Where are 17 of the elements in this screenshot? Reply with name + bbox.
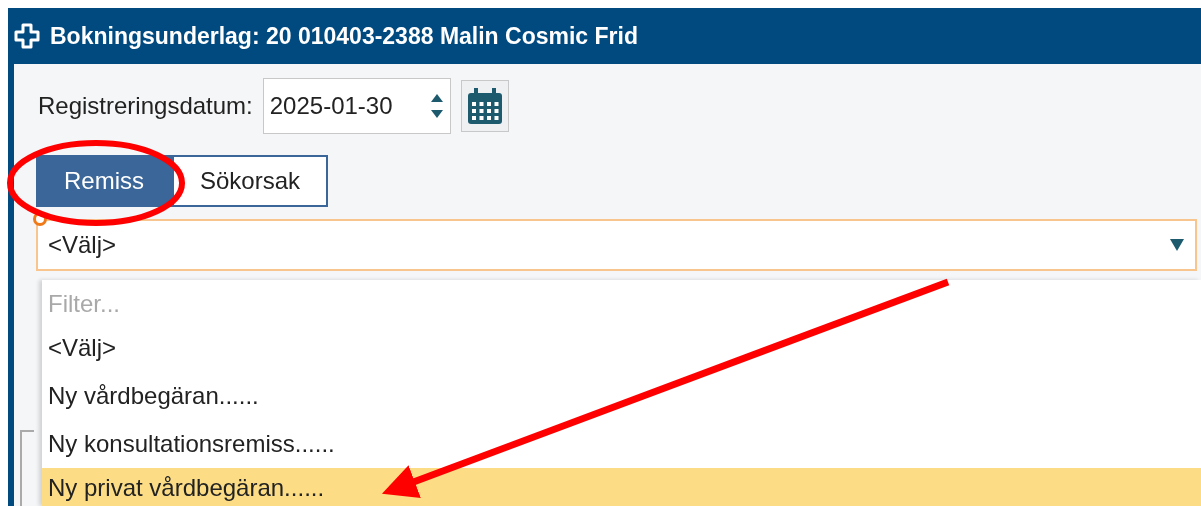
tab[interactable]: Remiss [36,155,172,207]
dropdown-option[interactable]: Ny privat vårdbegäran...... [42,468,1201,506]
cross-icon [14,23,40,49]
dropdown-option[interactable]: <Välj> [42,324,1201,372]
dropdown[interactable]: <Välj> [36,219,1197,271]
dropdown-option[interactable]: Ny vårdbegäran...... [42,372,1201,420]
window-title: Bokningsunderlag: 20 010403-2388 Malin Cosmic Frid [50,21,638,51]
field-label: Registreringsdatum: [38,91,253,121]
spinner-icon[interactable] [429,92,444,120]
date-field[interactable]: 2025-01-30 [262,78,451,134]
tab[interactable]: Sökorsak [172,155,329,207]
calendar-button[interactable] [460,80,509,132]
calendar-icon [466,87,503,125]
dropdown-option[interactable]: Ny konsultationsremiss...... [42,420,1201,468]
caret-icon [1169,238,1185,252]
dropdown-value: <Välj> [48,230,117,260]
filter-field[interactable]: Filter... [42,280,1201,324]
